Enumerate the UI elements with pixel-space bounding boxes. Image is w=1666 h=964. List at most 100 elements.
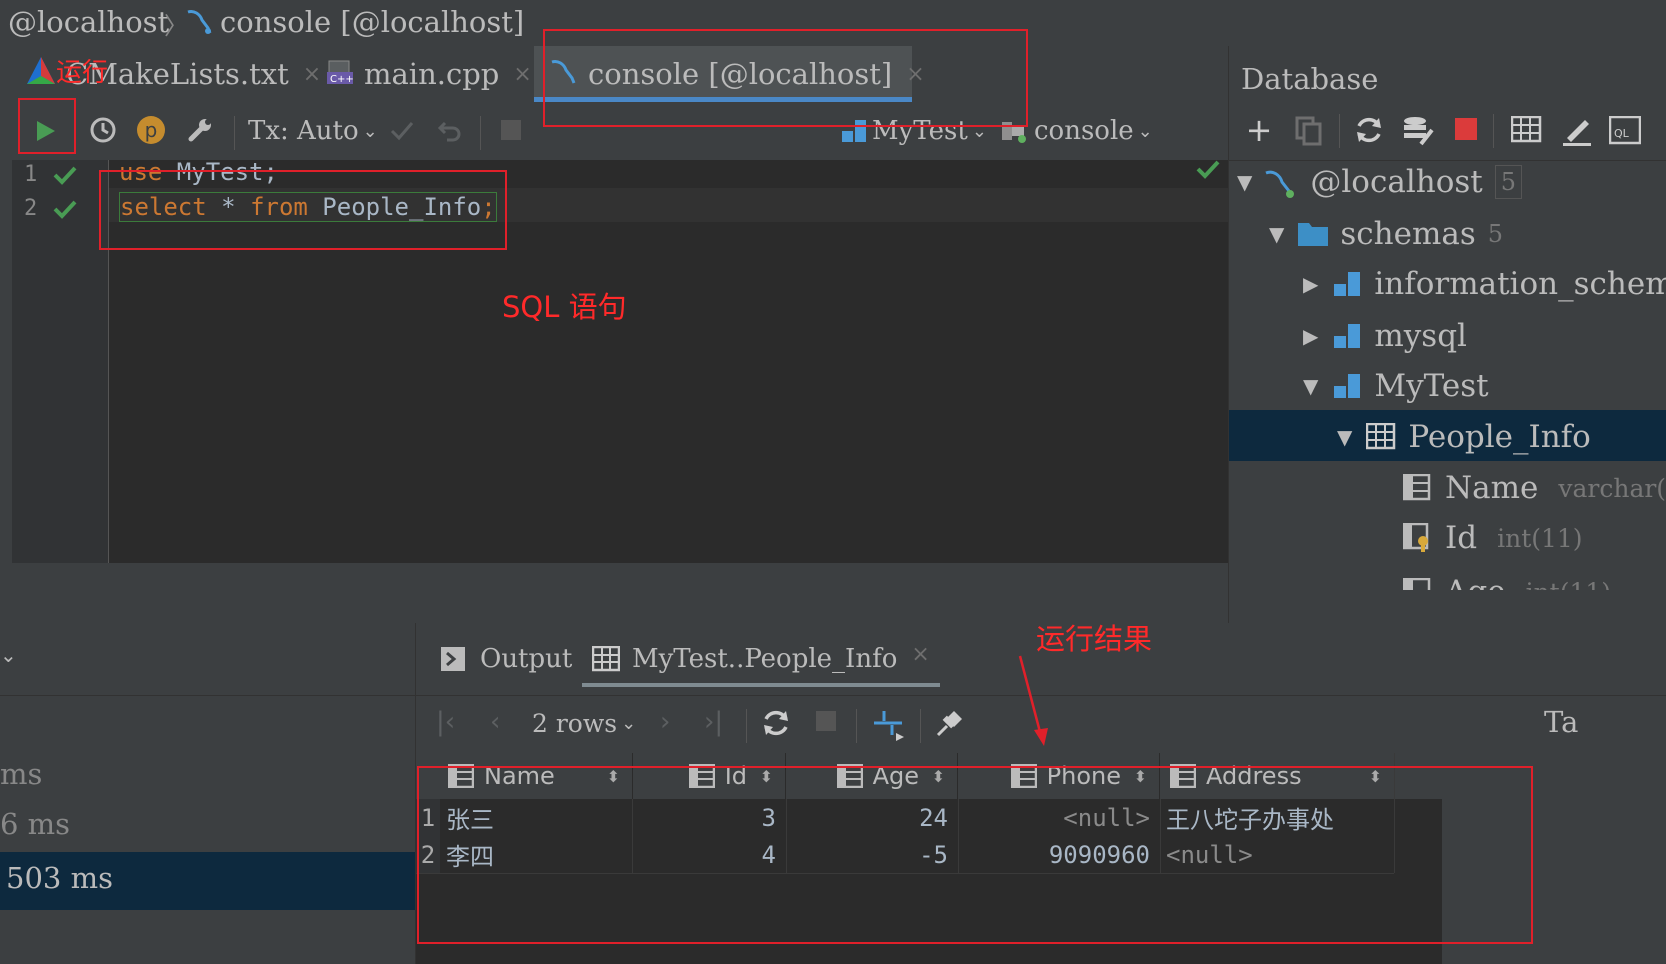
first-page-icon[interactable]: |‹ — [436, 707, 455, 737]
edit-icon[interactable] — [1561, 114, 1593, 146]
service-item-selected[interactable]: 503 ms — [0, 852, 415, 910]
schema-icon — [1334, 324, 1361, 348]
count-badge: 5 — [1494, 165, 1523, 199]
tree-node-column-age-clip: Age int(11) — [1403, 574, 1666, 590]
previous-page-icon[interactable]: ‹ — [490, 707, 500, 737]
line-gutter: 1 2 — [12, 160, 109, 563]
expanded-arrow-icon: ▼ — [1337, 425, 1353, 449]
expanded-arrow-icon: ▼ — [1237, 170, 1253, 194]
collapsed-arrow-icon: ▶ — [1303, 272, 1319, 296]
rollback-button[interactable] — [434, 110, 466, 150]
check-icon — [390, 122, 414, 141]
transaction-mode-dropdown[interactable]: Tx: Auto ⌄ — [248, 108, 378, 154]
collapsed-arrow-icon: ▶ — [1303, 324, 1319, 348]
expanded-arrow-icon: ▼ — [1303, 374, 1319, 398]
service-item-timing[interactable]: 6 ms — [0, 807, 70, 841]
database-panel: Database + QL ▼ @localhost 5 ▼ schemas 5… — [1228, 46, 1666, 623]
chevron-down-icon: ⌄ — [1137, 120, 1153, 142]
session-label: console — [1034, 116, 1134, 146]
tab-label: main.cpp — [364, 57, 500, 91]
table-icon — [1366, 423, 1396, 450]
tree-node-information-schema[interactable]: ▶ information_schema — [1303, 266, 1666, 302]
tree-label: Name — [1445, 470, 1539, 506]
left-tool-strip — [0, 102, 12, 622]
side-panel-label[interactable]: Ta — [1544, 705, 1578, 739]
history-button[interactable] — [86, 110, 120, 150]
annotation-box-run — [18, 98, 76, 154]
column-type: varchar( — [1558, 473, 1666, 503]
chevron-down-icon: ⌄ — [362, 120, 378, 142]
stop-icon[interactable] — [1455, 118, 1479, 142]
column-icon — [1403, 578, 1431, 590]
close-icon[interactable]: × — [911, 642, 929, 667]
rows-label: 2 rows — [532, 709, 618, 738]
next-page-icon[interactable]: › — [660, 707, 670, 737]
tab-result-people-info[interactable]: MyTest..People_Info × — [582, 631, 940, 687]
mysql-icon — [184, 6, 214, 43]
refresh-icon[interactable] — [760, 707, 792, 739]
settings-button[interactable] — [182, 110, 218, 150]
database-panel-title: Database — [1241, 62, 1379, 96]
tree-node-column-name[interactable]: Name varchar( — [1403, 470, 1666, 506]
breadcrumb-console[interactable]: console [@localhost] — [220, 5, 524, 39]
check-icon — [53, 200, 77, 219]
schema-icon — [1334, 272, 1361, 296]
column-type: int(11) — [1526, 578, 1611, 591]
last-page-icon[interactable]: ›| — [704, 707, 723, 737]
pin-icon[interactable] — [934, 707, 964, 739]
close-icon[interactable]: × — [303, 62, 321, 87]
schema-sync-icon[interactable] — [1401, 114, 1435, 146]
stop-icon[interactable] — [816, 711, 840, 735]
tx-mode-label: Tx: Auto — [248, 116, 359, 146]
tree-node-column-id[interactable]: Id int(11) — [1403, 520, 1583, 556]
undo-icon — [437, 121, 461, 142]
chevron-down-icon: ⌄ — [621, 713, 637, 734]
tab-label: Output — [480, 644, 573, 674]
line-number: 1 — [24, 162, 38, 187]
tree-label: Id — [1445, 520, 1478, 556]
wrench-icon — [188, 119, 211, 142]
sql-console-icon[interactable]: QL — [1609, 116, 1641, 146]
tree-label: mysql — [1374, 318, 1467, 354]
svg-text:C++: C++ — [330, 74, 354, 85]
tree-label: @localhost — [1310, 164, 1483, 200]
expanded-arrow-icon: ▼ — [1269, 222, 1285, 246]
tree-node-people-info[interactable]: ▼ People_Info — [1337, 419, 1591, 455]
table-view-icon[interactable] — [1511, 116, 1543, 144]
service-item-timing[interactable]: ms — [0, 757, 42, 791]
tree-node-column-age[interactable]: Age int(11) — [1403, 574, 1611, 590]
terminal-icon — [441, 647, 465, 671]
commit-button[interactable] — [386, 110, 418, 150]
profile-button[interactable]: p — [134, 110, 168, 150]
svg-text:QL: QL — [1614, 127, 1630, 140]
close-icon[interactable]: × — [513, 62, 531, 87]
tree-node-localhost[interactable]: ▼ @localhost 5 — [1237, 164, 1523, 200]
tab-output[interactable]: Output — [440, 631, 572, 687]
services-tree: ⌄ ms 6 ms 503 ms — [0, 623, 416, 964]
check-icon — [53, 166, 77, 185]
tree-node-mysql[interactable]: ▶ mysql — [1303, 318, 1467, 354]
tree-label: schemas — [1340, 216, 1476, 252]
tree-label: People_Info — [1408, 419, 1591, 455]
annotation-run: 运行 — [56, 58, 109, 88]
tree-node-mytest[interactable]: ▼ MyTest — [1303, 368, 1489, 404]
line-number: 2 — [24, 196, 38, 221]
breadcrumb-host[interactable]: @localhost — [8, 5, 169, 39]
duplicate-icon[interactable] — [1295, 116, 1323, 146]
annotation-sql: SQL 语句 — [502, 290, 627, 324]
stop-button[interactable] — [496, 112, 526, 148]
compare-icon[interactable] — [870, 707, 906, 741]
service-item-timing: 503 ms — [6, 861, 113, 895]
p-badge-icon: p — [137, 116, 165, 144]
count-badge: 5 — [1487, 220, 1504, 248]
add-icon[interactable]: + — [1241, 111, 1277, 149]
cpp-file-icon: C++ — [326, 56, 356, 93]
tab-main-cpp[interactable]: C++ main.cpp × — [326, 46, 532, 102]
tab-label: MyTest..People_Info — [632, 644, 898, 674]
services-header: ⌄ — [0, 623, 415, 696]
refresh-icon[interactable] — [1353, 114, 1385, 146]
chevron-down-icon[interactable]: ⌄ — [0, 643, 17, 667]
column-icon — [1403, 474, 1431, 501]
rows-count-dropdown[interactable]: 2 rows ⌄ — [532, 709, 636, 738]
tree-node-schemas[interactable]: ▼ schemas 5 — [1269, 216, 1503, 252]
